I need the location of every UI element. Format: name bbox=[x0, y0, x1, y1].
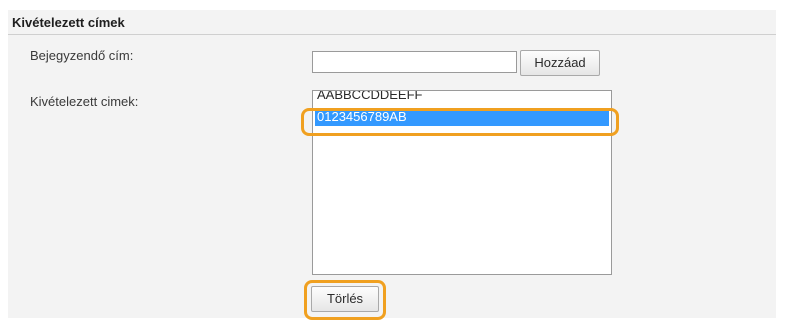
exception-address-list[interactable]: AABBCCDDEEFF 0123456789AB bbox=[312, 90, 612, 275]
exception-list-label: Kivételezett cimek: bbox=[30, 94, 139, 109]
section-title: Kivételezett címek bbox=[12, 15, 125, 30]
section-header: Kivételezett címek bbox=[8, 10, 776, 35]
exception-addresses-panel: Kivételezett címek Bejegyzendő cím: Hozz… bbox=[8, 10, 776, 320]
address-input[interactable] bbox=[312, 51, 517, 73]
list-item-selected[interactable]: 0123456789AB bbox=[315, 108, 609, 126]
delete-button[interactable]: Törlés bbox=[311, 286, 379, 312]
list-item[interactable]: AABBCCDDEEFF bbox=[315, 91, 609, 104]
address-label: Bejegyzendő cím: bbox=[30, 48, 134, 63]
add-button[interactable]: Hozzáad bbox=[520, 50, 600, 76]
